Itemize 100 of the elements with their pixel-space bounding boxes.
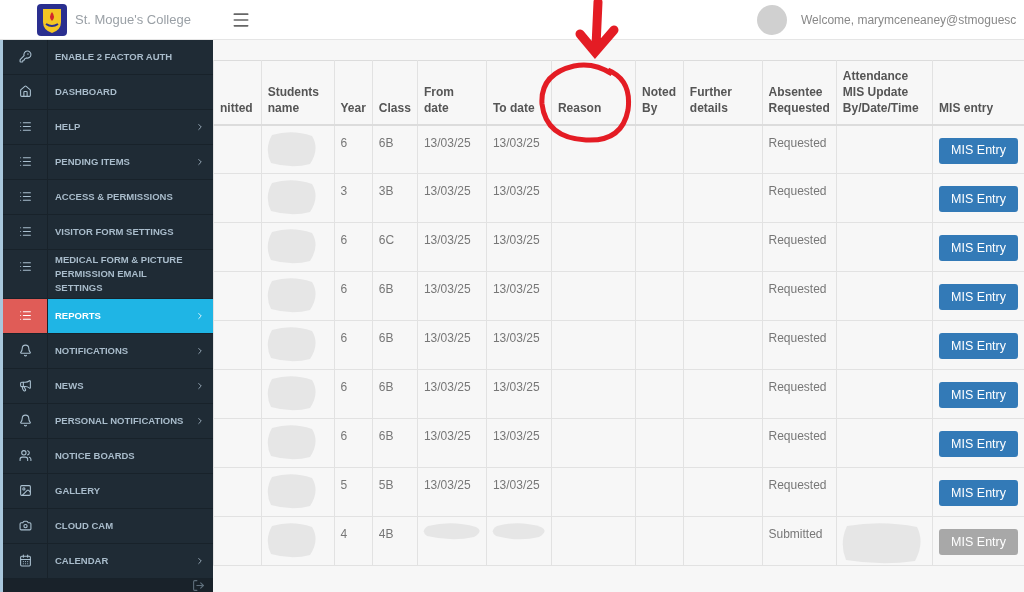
table-cell: 3 [334, 173, 373, 223]
sidebar-item[interactable]: GALLERY [3, 474, 213, 509]
sidebar-item[interactable]: ENABLE 2 FACTOR AUTH [3, 40, 213, 75]
table-cell: 6C [372, 222, 418, 272]
sidebar-item[interactable]: NOTIFICATIONS [3, 334, 213, 369]
table-cell: 13/03/25 [417, 124, 487, 174]
mis-entry-button[interactable]: MIS Entry [939, 480, 1018, 506]
table-cell: 6B [372, 369, 418, 419]
table-cell: 13/03/25 [486, 418, 552, 468]
megaphone-icon [18, 379, 32, 392]
sidebar-label: ENABLE 2 FACTOR AUTH [55, 50, 173, 64]
table-cell: 13/03/25 [486, 467, 552, 517]
mis-entry-button[interactable]: MIS Entry [939, 382, 1018, 408]
list-icon [18, 190, 32, 203]
list-icon [18, 225, 32, 238]
column-header: From date [417, 60, 487, 125]
table-cell: 13/03/25 [417, 271, 487, 321]
school-name: St. Mogue's College [75, 10, 191, 29]
sidebar-item[interactable]: DASHBOARD [3, 75, 213, 110]
column-header: Students name [261, 60, 334, 125]
column-header: Noted By [635, 60, 684, 125]
table-cell: 13/03/25 [486, 222, 552, 272]
sidebar-label: NOTICE BOARDS [55, 449, 135, 463]
table-cell: Requested [762, 320, 837, 370]
sidebar-label: CALENDAR [55, 554, 109, 568]
table-cell: 6 [334, 124, 373, 174]
table-cell: 13/03/25 [486, 271, 552, 321]
table-cell: Requested [762, 222, 837, 272]
table-cell: 6 [334, 369, 373, 419]
mis-entry-button[interactable]: MIS Entry [939, 235, 1018, 261]
column-header: Year [334, 60, 373, 125]
column-header: Reason [551, 60, 636, 125]
image-icon [18, 484, 32, 497]
sidebar-item[interactable]: HELP [3, 110, 213, 145]
sidebar-label: GALLERY [55, 484, 101, 498]
table-cell: 6B [372, 124, 418, 174]
column-header: MIS entry [932, 60, 1024, 125]
sidebar-label: HELP [55, 120, 81, 134]
table-cell: 13/03/25 [486, 320, 552, 370]
sidebar-label: DASHBOARD [55, 85, 117, 99]
list-icon [18, 155, 32, 168]
bell-icon [18, 344, 32, 357]
column-header: Absentee Requested [762, 60, 837, 125]
users-icon [18, 449, 32, 462]
arrow-annotation [575, 0, 619, 59]
table-cell: 13/03/25 [417, 418, 487, 468]
sidebar-label: CLOUD CAM [55, 519, 114, 533]
logout-icon[interactable] [192, 579, 205, 592]
mis-entry-button[interactable]: MIS Entry [939, 284, 1018, 310]
table-cell: Requested [762, 369, 837, 419]
sidebar-label: REPORTS [55, 309, 101, 323]
sidebar-label: MEDICAL FORM & PICTURE PERMISSION EMAIL SETTINGS [55, 253, 184, 295]
sidebar-label: VISITOR FORM SETTINGS [55, 225, 174, 239]
sidebar-item[interactable]: NOTICE BOARDS [3, 439, 213, 474]
table-cell: 5 [334, 467, 373, 517]
table-cell: 4 [334, 516, 373, 566]
table-cell: Submitted [762, 516, 837, 566]
sidebar-label: NOTIFICATIONS [55, 344, 129, 358]
sidebar-item[interactable]: PERSONAL NOTIFICATIONS [3, 404, 213, 439]
table-cell: 13/03/25 [417, 222, 487, 272]
bell-icon [18, 414, 32, 427]
table-cell: 13/03/25 [486, 124, 552, 174]
calendar-icon [18, 554, 32, 567]
table-cell: 6 [334, 418, 373, 468]
table-cell: 13/03/25 [486, 173, 552, 223]
sidebar-item[interactable]: VISITOR FORM SETTINGS [3, 215, 213, 250]
user-avatar [756, 4, 787, 35]
mis-entry-button[interactable]: MIS Entry [939, 137, 1018, 164]
mis-entry-button[interactable]: MIS Entry [939, 431, 1018, 457]
sidebar-label: NEWS [55, 379, 84, 393]
table-cell: 5B [372, 467, 418, 517]
sidebar-label: PERSONAL NOTIFICATIONS [55, 414, 184, 428]
key-icon [18, 50, 32, 63]
table-cell: 6 [334, 271, 373, 321]
sidebar-item[interactable]: NEWS [3, 369, 213, 404]
sidebar-label: ACCESS & PERMISSIONS [55, 190, 173, 204]
column-header: Class [372, 60, 418, 125]
column-header: To date [486, 60, 552, 125]
table-cell: 13/03/25 [417, 320, 487, 370]
table-cell: 3B [372, 173, 418, 223]
table-cell: 6 [334, 320, 373, 370]
table-cell: Requested [762, 124, 837, 174]
sidebar-item[interactable]: CLOUD CAM [3, 509, 213, 544]
sidebar-item[interactable]: ACCESS & PERMISSIONS [3, 180, 213, 215]
list-icon [18, 120, 32, 133]
home-icon [18, 85, 32, 98]
table-cell: 13/03/25 [417, 369, 487, 419]
table-cell: Requested [762, 173, 837, 223]
column-header: Further details [683, 60, 762, 125]
table-cell: Requested [762, 271, 837, 321]
mis-entry-button[interactable]: MIS Entry [939, 333, 1018, 359]
table-cell: 6 [334, 222, 373, 272]
table-cell: 13/03/25 [486, 369, 552, 419]
sidebar-label: PENDING ITEMS [55, 155, 130, 169]
mis-entry-button[interactable]: MIS Entry [939, 186, 1018, 212]
welcome-text: Welcome, marymceneaney@stmoguesc [800, 11, 1017, 29]
table-cell: 13/03/25 [417, 173, 487, 223]
sidebar-item[interactable]: PENDING ITEMS [3, 145, 213, 180]
list-icon [18, 260, 32, 273]
camera-icon [18, 519, 32, 532]
